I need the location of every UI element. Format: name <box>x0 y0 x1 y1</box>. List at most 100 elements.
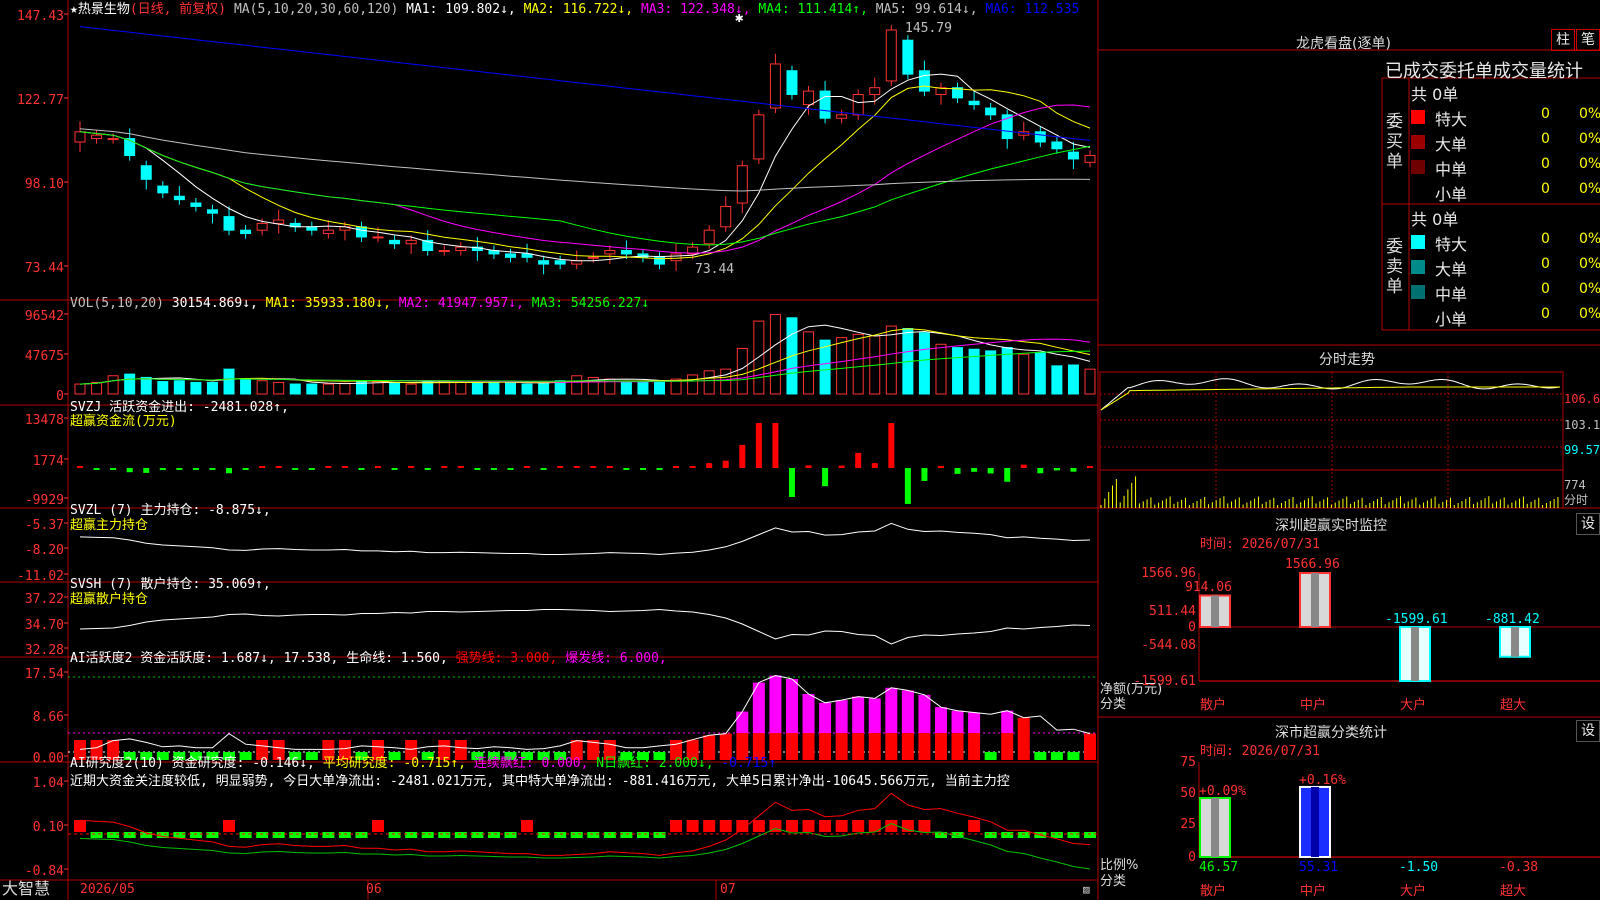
order-type: 大单 <box>1435 260 1468 279</box>
research-bar <box>918 820 931 832</box>
vol-legend: VOL(5,10,20) 30154.869↓, MA1: 35933.180↓… <box>70 296 649 311</box>
sz-category: 中户 <box>1300 698 1327 713</box>
sh-bar-value: -0.38 <box>1499 860 1539 875</box>
order-count: 0 <box>1541 106 1550 122</box>
candle <box>124 138 136 157</box>
legend-item: MA3: 122.348↓, <box>640 2 759 17</box>
volume-bar <box>885 325 897 395</box>
sh-category: 中户 <box>1300 884 1327 899</box>
legend-item: MA6: 112.535 <box>985 2 1080 17</box>
svzl-ytick-3: -11.02 <box>17 569 64 584</box>
volume-bar <box>918 332 930 395</box>
ai1-ytick-2: 8.66 <box>32 710 64 725</box>
flow-bar <box>1037 468 1044 474</box>
research-bar <box>719 820 732 832</box>
color-swatch <box>1411 110 1425 124</box>
flow-bar <box>1087 466 1093 468</box>
sz-settings-button[interactable]: 设 <box>1576 513 1600 535</box>
flow-bar <box>375 466 382 468</box>
flow-bar <box>673 466 680 468</box>
sz-ytick: 0 <box>1188 620 1196 635</box>
activity-bar <box>819 733 832 760</box>
research-bar <box>852 820 865 832</box>
intraday-y1: 106.6 <box>1564 392 1600 406</box>
legend-item: (日线, 前复权) <box>129 2 234 17</box>
candle <box>206 209 218 214</box>
activity-bar <box>1084 733 1096 760</box>
candle <box>1084 155 1096 163</box>
candle <box>405 239 417 245</box>
candle <box>140 165 152 180</box>
color-swatch <box>1411 285 1425 299</box>
legend-item: AI活跃度2 资金活跃度: 1.687↓, <box>70 651 284 666</box>
research-bar <box>372 820 385 832</box>
research-bar <box>74 820 86 832</box>
order-count: 0 <box>1541 131 1550 147</box>
research-bar <box>636 832 649 838</box>
legend-item: 30154.869↓, <box>171 296 266 311</box>
order-count: 0 <box>1541 156 1550 172</box>
flow-bar <box>822 468 829 487</box>
sh-axis-label: 比例% <box>1100 858 1139 873</box>
legend-item: MA1: 35933.180↓, <box>265 296 399 311</box>
buy-total: 共 0单 <box>1411 85 1459 104</box>
volume-bar <box>637 381 649 395</box>
activity-bar-burst <box>868 698 881 733</box>
volume-bar <box>952 347 964 395</box>
legend-item: 生命线: 1.560, <box>346 651 456 666</box>
candle <box>836 114 848 119</box>
activity-bar-burst <box>852 696 865 733</box>
research-bar <box>802 820 815 832</box>
flow-bar <box>1053 468 1060 471</box>
flow-bar <box>1004 468 1011 482</box>
lock-icon[interactable]: ▨ <box>1083 882 1090 897</box>
activity-bar <box>1001 733 1014 760</box>
research-bar <box>322 832 335 838</box>
flow-bar <box>159 468 166 471</box>
volume-bar <box>223 368 235 395</box>
flow-bar <box>921 468 928 481</box>
order-row: 小单 0 0% <box>1411 306 1600 329</box>
flow-bar <box>689 466 696 468</box>
main-legend: ★热景生物(日线, 前复权) MA(5,10,20,30,60,120) MA1… <box>70 2 1079 17</box>
legend-item: SVZJ 活跃资金进出: <box>70 400 203 415</box>
sh-ytick: 75 <box>1180 755 1196 770</box>
sh-settings-button[interactable]: 设 <box>1576 720 1600 742</box>
order-row: 中单 0 0% <box>1411 156 1600 179</box>
sh-bar-change: +0.09% <box>1199 784 1246 799</box>
volume-bar <box>422 381 434 395</box>
volume-bar <box>504 381 516 395</box>
activity-bar-burst <box>819 702 832 733</box>
sz-category: 超大 <box>1500 698 1527 713</box>
legend-item: MA1: 109.802↓, <box>406 2 524 17</box>
candle <box>1067 151 1079 160</box>
volume-bar <box>1067 364 1079 395</box>
research-bar <box>206 832 219 838</box>
activity-bar <box>785 733 798 760</box>
candle <box>438 250 450 253</box>
volume-bar <box>306 383 318 395</box>
flow-bar <box>192 468 199 470</box>
flow-bar <box>755 423 762 468</box>
activity-bar-burst <box>934 707 947 733</box>
legend-item: ★热景生物 <box>70 2 130 17</box>
ma-line-ma1 <box>79 73 1091 262</box>
research-bar <box>239 832 252 838</box>
volume-bar <box>405 383 417 395</box>
flow-bar <box>242 468 249 470</box>
legend-item: 平均研究度: -0.715↑, <box>322 756 474 771</box>
flow-bar <box>540 468 547 470</box>
research-bar <box>570 832 583 838</box>
stats-tabs[interactable]: 已成交委托单成交量统计 <box>1385 57 1600 83</box>
research-bar <box>256 832 269 838</box>
activity-bar <box>934 733 947 760</box>
tick-mode-button[interactable]: 笔 <box>1576 29 1600 51</box>
research-bar <box>670 820 683 832</box>
order-row: 特大 0 0% <box>1411 231 1600 254</box>
bar-mode-button[interactable]: 柱 <box>1551 29 1575 51</box>
candle <box>902 39 914 75</box>
flow-bar <box>143 468 150 473</box>
flow-bar <box>871 463 878 468</box>
sz-monitor-title: 深圳超赢实时监控 <box>1275 518 1387 534</box>
main-ytick-2: 122.77 <box>17 93 64 108</box>
